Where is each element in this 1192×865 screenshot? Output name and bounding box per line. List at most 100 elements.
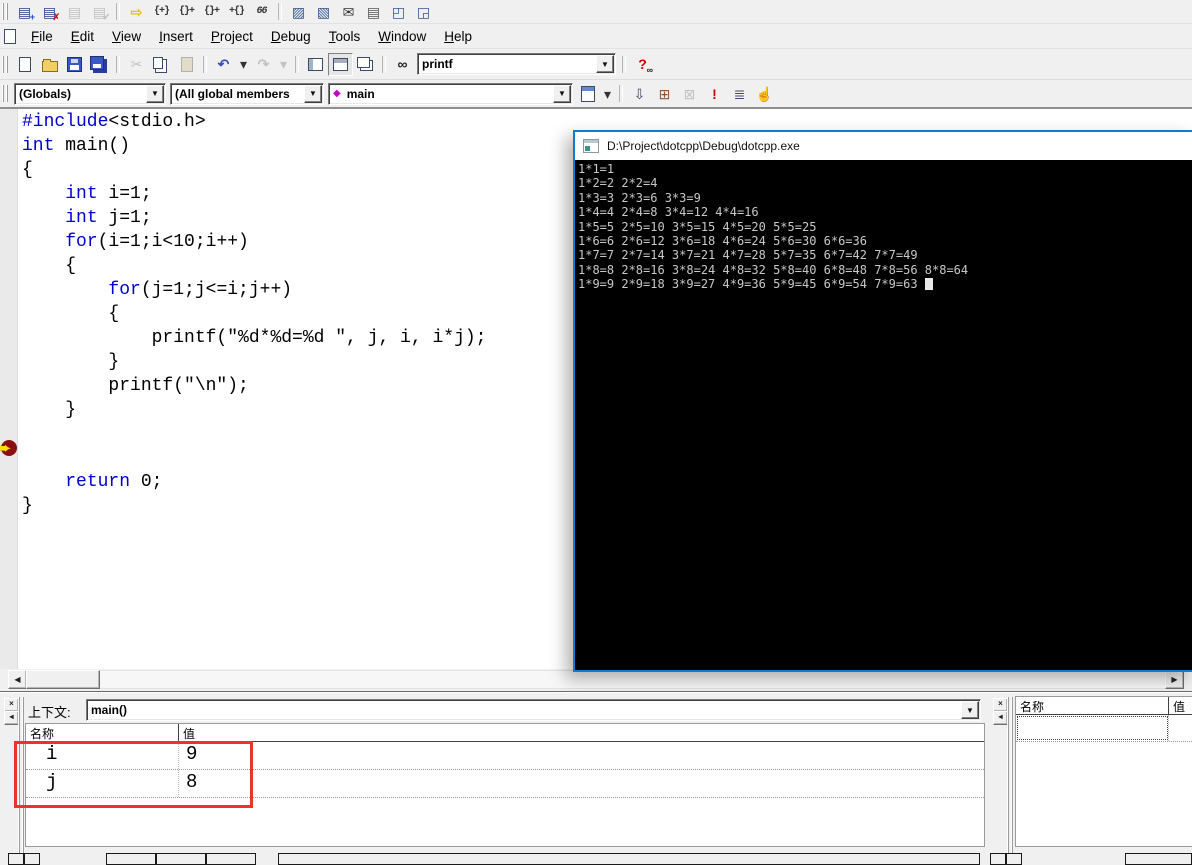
chevron-down-icon[interactable]: ▼ bbox=[553, 85, 571, 103]
glasses-icon[interactable]: 66 bbox=[249, 0, 274, 23]
cut-icon[interactable]: ✂ bbox=[124, 53, 149, 76]
chevron-down-icon[interactable]: ▼ bbox=[304, 85, 322, 103]
menu-debug[interactable]: Debug bbox=[262, 25, 320, 48]
workspace-window-icon[interactable] bbox=[303, 53, 328, 76]
undo-dropdown-icon[interactable]: ▾ bbox=[236, 53, 251, 76]
next-statement-icon[interactable]: ⇨ bbox=[124, 0, 149, 23]
brace-select-icon[interactable]: {}+ bbox=[174, 0, 199, 23]
menu-tools[interactable]: Tools bbox=[320, 25, 370, 48]
mail-icon[interactable]: ✉ bbox=[336, 0, 361, 23]
table-row[interactable]: j8 bbox=[26, 770, 984, 798]
console-window[interactable]: D:\Project\dotcpp\Debug\dotcpp.exe 1*1=1… bbox=[573, 130, 1192, 672]
window-list-icon[interactable] bbox=[353, 53, 378, 76]
column-name[interactable]: 名称 bbox=[1016, 697, 1169, 714]
column-value[interactable]: 值 bbox=[1169, 697, 1185, 714]
menu-project[interactable]: Project bbox=[202, 25, 262, 48]
panel-grip[interactable] bbox=[1007, 697, 1013, 856]
find-combo[interactable]: printf▼ bbox=[417, 53, 616, 75]
edit-image-icon[interactable]: ▧ bbox=[311, 0, 336, 23]
parameter-info-icon[interactable]: ▤✔ bbox=[87, 0, 112, 23]
wizard-actions-icon[interactable] bbox=[575, 82, 600, 105]
watch-table[interactable]: 名称值 bbox=[1015, 696, 1192, 847]
members-combo[interactable]: (All global members▼ bbox=[170, 83, 324, 105]
code-line: printf("%d*%d=%d ", j, i, i*j); bbox=[22, 326, 486, 350]
brace-previous-icon[interactable]: +{} bbox=[224, 0, 249, 23]
output-window-icon[interactable] bbox=[328, 53, 353, 76]
tab-scroll-right-icon[interactable] bbox=[24, 853, 40, 865]
tab-this[interactable] bbox=[206, 853, 256, 865]
globals-combo[interactable]: (Globals)▼ bbox=[14, 83, 166, 105]
list-members-icon[interactable]: ▤ bbox=[62, 0, 87, 23]
menu-view[interactable]: View bbox=[103, 25, 150, 48]
find-in-files-icon[interactable]: ∞ bbox=[390, 53, 415, 76]
collapse-icon[interactable]: ◂ bbox=[4, 711, 19, 725]
breakpoint-current-statement-icon[interactable]: ➨ bbox=[1, 440, 17, 456]
collapse-icon[interactable]: ◂ bbox=[993, 711, 1008, 725]
build-icon[interactable]: ⊞ bbox=[652, 82, 677, 105]
wizard-bar: (Globals)▼(All global members▼◆main▼ ▾ ⇩⊞⊠… bbox=[0, 80, 1192, 109]
redo-icon[interactable]: ↷ bbox=[251, 53, 276, 76]
menu-edit[interactable]: Edit bbox=[62, 25, 103, 48]
context-combo[interactable]: main() ▼ bbox=[86, 699, 981, 721]
clear-bookmarks-icon[interactable]: ▤✗ bbox=[37, 0, 62, 23]
find-image-icon[interactable]: ▨ bbox=[286, 0, 311, 23]
open-file-icon[interactable] bbox=[37, 53, 62, 76]
toolbar-grip[interactable] bbox=[2, 56, 9, 73]
wizard-dropdown-icon[interactable]: ▾ bbox=[600, 82, 615, 105]
table-row[interactable] bbox=[1016, 715, 1192, 742]
save-icon[interactable] bbox=[62, 53, 87, 76]
toolbar-grip[interactable] bbox=[2, 85, 9, 102]
panel-grip[interactable] bbox=[18, 697, 24, 856]
table-row[interactable]: i9 bbox=[26, 742, 984, 770]
copy-icon[interactable] bbox=[149, 53, 174, 76]
tab-scroll-right-icon[interactable] bbox=[1006, 853, 1022, 865]
tab-auto[interactable] bbox=[106, 853, 156, 865]
stop-build-icon[interactable]: ⊠ bbox=[677, 82, 702, 105]
code-area[interactable]: #include<stdio.h>int main(){ int i=1; in… bbox=[22, 110, 486, 518]
redo-dropdown-icon[interactable]: ▾ bbox=[276, 53, 291, 76]
compile-icon[interactable]: ⇩ bbox=[627, 82, 652, 105]
scroll-left-icon[interactable]: ◀ bbox=[8, 670, 27, 689]
chevron-down-icon[interactable]: ▼ bbox=[961, 701, 979, 719]
scrollbar-thumb[interactable] bbox=[26, 670, 100, 689]
find-window-icon[interactable]: ◲ bbox=[411, 0, 436, 23]
build-order-icon[interactable]: ≣ bbox=[727, 82, 752, 105]
brace-match-icon[interactable]: {+} bbox=[149, 0, 174, 23]
save-all-icon[interactable] bbox=[87, 53, 112, 76]
add-watch-icon[interactable]: ▤+ bbox=[12, 0, 37, 23]
tab-scroll-left-icon[interactable] bbox=[8, 853, 24, 865]
document-icon[interactable] bbox=[4, 29, 16, 44]
breakpoint-hand-icon[interactable]: ☝ bbox=[752, 82, 777, 105]
scrollbar-track[interactable] bbox=[8, 670, 1184, 689]
editor-margin[interactable] bbox=[0, 109, 18, 669]
execute-program-icon[interactable]: ! bbox=[702, 82, 727, 105]
chevron-down-icon[interactable]: ▼ bbox=[596, 55, 614, 73]
editor-horizontal-scrollbar[interactable]: ◀ ▶ bbox=[0, 669, 1192, 689]
menu-help[interactable]: Help bbox=[435, 25, 481, 48]
brace-next-icon[interactable]: {}+ bbox=[199, 0, 224, 23]
scroll-right-icon[interactable]: ▶ bbox=[1165, 670, 1184, 689]
toolbar-grip[interactable] bbox=[2, 3, 9, 20]
menu-insert[interactable]: Insert bbox=[150, 25, 202, 48]
records-icon[interactable]: ▤ bbox=[361, 0, 386, 23]
console-titlebar[interactable]: D:\Project\dotcpp\Debug\dotcpp.exe bbox=[575, 132, 1192, 160]
close-icon[interactable]: × bbox=[993, 698, 1008, 712]
function-combo[interactable]: ◆main▼ bbox=[328, 83, 573, 105]
column-name[interactable]: 名称 bbox=[26, 724, 179, 741]
console-line: 1*1=1 bbox=[578, 162, 1192, 176]
variables-table[interactable]: 名称值i9j8 bbox=[25, 723, 985, 847]
menu-window[interactable]: Window bbox=[369, 25, 435, 48]
watch-hscrollbar[interactable] bbox=[1125, 853, 1192, 865]
menu-file[interactable]: File bbox=[22, 25, 62, 48]
chevron-down-icon[interactable]: ▼ bbox=[146, 85, 164, 103]
close-icon[interactable]: × bbox=[4, 698, 19, 712]
tab-locals[interactable] bbox=[156, 853, 206, 865]
new-file-icon[interactable] bbox=[12, 53, 37, 76]
search-help-icon[interactable]: ?∞ bbox=[630, 53, 655, 76]
undo-icon[interactable]: ↶ bbox=[211, 53, 236, 76]
cascade-windows-icon[interactable]: ◰ bbox=[386, 0, 411, 23]
variables-hscrollbar[interactable] bbox=[278, 853, 980, 865]
paste-icon[interactable] bbox=[174, 53, 199, 76]
tab-scroll-left-icon[interactable] bbox=[990, 853, 1006, 865]
column-value[interactable]: 值 bbox=[179, 724, 195, 741]
